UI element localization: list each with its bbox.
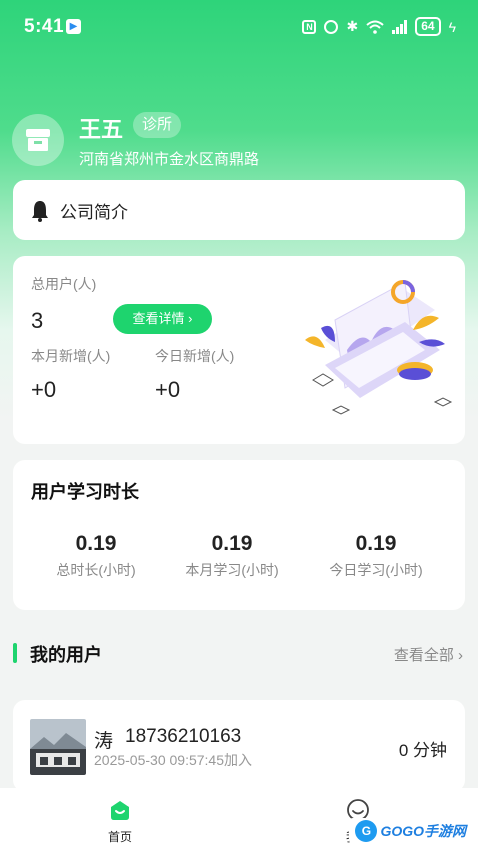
user-study-duration: 0 分钟 bbox=[398, 741, 447, 760]
stat-label: 今日学习(小时) bbox=[329, 562, 423, 578]
home-icon bbox=[111, 801, 129, 820]
watermark-logo-icon: G bbox=[355, 820, 378, 842]
stat-today-study: 0.19 今日学习(小时) bbox=[301, 532, 451, 580]
laptop-illustration bbox=[305, 280, 453, 415]
study-duration-card: 用户学习时长 0.19 总时长(小时) 0.19 本月学习(小时) 0.19 今… bbox=[13, 460, 465, 610]
profile-name: 王五 bbox=[79, 117, 124, 142]
my-users-header: 我的用户 查看全部 › bbox=[13, 640, 465, 666]
view-details-button[interactable]: 查看详情 › bbox=[113, 304, 212, 334]
watermark: G GOGO手游网 bbox=[349, 818, 472, 844]
nfc-icon: N bbox=[302, 19, 317, 34]
avatar[interactable] bbox=[12, 114, 64, 166]
stat-value: 0.19 bbox=[355, 532, 397, 555]
month-new-value: +0 bbox=[31, 377, 57, 402]
user-avatar-thumbnail bbox=[30, 719, 86, 775]
status-time: 5:41 bbox=[24, 16, 65, 37]
alarm-icon bbox=[324, 19, 339, 34]
view-all-link[interactable]: 查看全部 › bbox=[394, 644, 463, 665]
watermark-text: GOGO手游网 bbox=[380, 823, 466, 839]
user-joined-date: 2025-05-30 09:57:45加入 bbox=[94, 752, 252, 768]
status-bar: 5:41 ▶ N ✱ 64 ϟ bbox=[0, 0, 478, 56]
stat-label: 本月学习(小时) bbox=[185, 562, 279, 578]
profile-address: 河南省郑州市金水区商鼎路 bbox=[79, 151, 260, 168]
stat-total-duration: 0.19 总时长(小时) bbox=[21, 532, 171, 580]
stat-label: 总时长(小时) bbox=[56, 562, 136, 578]
tab-home[interactable]: 首页 bbox=[60, 788, 180, 850]
battery-icon: 64 bbox=[415, 17, 441, 36]
view-details-label: 查看详情 bbox=[132, 311, 185, 326]
stat-value: 0.19 bbox=[211, 532, 253, 555]
chevron-right-icon: › bbox=[458, 647, 463, 664]
study-title: 用户学习时长 bbox=[31, 482, 139, 502]
store-icon bbox=[26, 129, 50, 151]
user-stats-card: 总用户(人) 3 查看详情 › 本月新增(人) 今日新增(人) +0 +0 bbox=[13, 256, 465, 444]
today-new-label: 今日新增(人) bbox=[155, 348, 235, 364]
view-all-label: 查看全部 bbox=[393, 647, 454, 664]
user-name: 涛 bbox=[94, 731, 114, 752]
month-new-label: 本月新增(人) bbox=[31, 348, 111, 364]
company-intro-label: 公司简介 bbox=[60, 203, 128, 222]
total-users-value: 3 bbox=[31, 308, 44, 333]
app-notification-icon: ▶ bbox=[66, 19, 81, 34]
chevron-right-icon: › bbox=[188, 311, 193, 326]
stat-month-study: 0.19 本月学习(小时) bbox=[157, 532, 307, 580]
total-users-label: 总用户(人) bbox=[31, 276, 97, 292]
list-item[interactable]: 涛 18736210163 2025-05-30 09:57:45加入 0 分钟 bbox=[13, 700, 465, 792]
stat-value: 0.19 bbox=[75, 532, 117, 555]
bell-icon bbox=[32, 201, 48, 222]
today-new-value: +0 bbox=[155, 377, 181, 402]
wifi-icon bbox=[366, 20, 384, 34]
profile-header: 王五 诊所 河南省郑州市金水区商鼎路 bbox=[12, 112, 466, 172]
user-phone: 18736210163 bbox=[125, 726, 242, 747]
signal-icon bbox=[392, 19, 408, 34]
charging-icon: ϟ bbox=[448, 18, 456, 35]
company-intro-card[interactable]: 公司简介 bbox=[13, 180, 465, 240]
profile-tag: 诊所 bbox=[133, 112, 182, 138]
tab-home-label: 首页 bbox=[107, 830, 132, 844]
section-accent-bar bbox=[13, 643, 17, 663]
status-icons: N ✱ 64 ϟ bbox=[302, 17, 456, 36]
bluetooth-icon: ✱ bbox=[346, 18, 359, 34]
my-users-title: 我的用户 bbox=[30, 645, 102, 665]
